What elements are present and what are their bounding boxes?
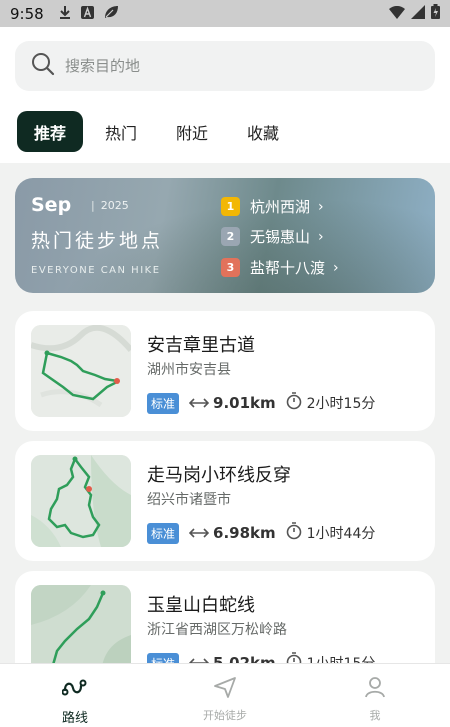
route-duration: 1小时44分 (306, 526, 376, 542)
distance-icon (188, 394, 210, 413)
signal-icon (411, 4, 425, 23)
route-map-thumbnail (31, 455, 131, 547)
banner-year: 2025 (91, 199, 129, 212)
route-card[interactable]: 走马岗小环线反穿 绍兴市诸暨市 标准 6.98km 1小时44分 (15, 441, 435, 561)
difficulty-badge: 标准 (147, 522, 180, 544)
difficulty-badge: 标准 (147, 392, 180, 414)
nav-me[interactable]: 我 (300, 664, 450, 727)
leaf-icon (103, 4, 119, 24)
tab-popular[interactable]: 热门 (88, 111, 154, 152)
route-duration: 2小时15分 (306, 396, 376, 412)
tab-recommend[interactable]: 推荐 (17, 111, 84, 152)
category-tabs: 推荐 热门 附近 收藏 (17, 111, 301, 152)
route-icon (61, 676, 88, 702)
rank-number: 1 (221, 197, 240, 216)
route-map-thumbnail (31, 325, 131, 417)
route-name: 安吉章里古道 (147, 335, 255, 356)
rank-name: 无锡惠山 (250, 228, 311, 246)
search-input[interactable] (65, 57, 395, 75)
rank-item-2[interactable]: 2 无锡惠山 › (221, 226, 324, 247)
route-location: 浙江省西湖区万松岭路 (147, 622, 287, 638)
rank-number: 2 (221, 227, 240, 246)
font-a-icon (80, 4, 94, 23)
bottom-nav: 路线 开始徒步 我 (0, 663, 450, 727)
hot-spots-banner[interactable]: Sep 2025 热门徒步地点 EVERYONE CAN HIKE 1 杭州西湖… (15, 178, 435, 293)
wifi-icon (389, 4, 405, 23)
banner-slogan: EVERYONE CAN HIKE (31, 265, 161, 276)
route-meta: 标准 6.98km 1小时44分 (147, 522, 375, 544)
chevron-right-icon: › (318, 228, 324, 245)
route-distance: 6.98km (213, 524, 276, 542)
rank-name: 盐帮十八渡 (250, 259, 326, 277)
route-name: 走马岗小环线反穿 (147, 465, 291, 486)
status-time: 9:58 (10, 4, 44, 23)
route-name: 玉皇山白蛇线 (147, 595, 255, 616)
tab-nearby[interactable]: 附近 (159, 111, 225, 152)
chevron-right-icon: › (318, 198, 324, 215)
route-card[interactable]: 安吉章里古道 湖州市安吉县 标准 9.01km 2小时15分 (15, 311, 435, 431)
chevron-right-icon: › (333, 259, 339, 276)
rank-name: 杭州西湖 (250, 198, 311, 216)
route-location: 湖州市安吉县 (147, 362, 231, 378)
nav-start-hike[interactable]: 开始徒步 (150, 664, 300, 727)
route-location: 绍兴市诸暨市 (147, 492, 231, 508)
navigate-icon (213, 676, 237, 702)
timer-icon (286, 392, 302, 414)
banner-month: Sep (31, 194, 72, 216)
rank-item-3[interactable]: 3 盐帮十八渡 › (221, 257, 339, 278)
user-icon (364, 676, 386, 702)
download-icon (58, 4, 72, 23)
tab-favorites[interactable]: 收藏 (230, 111, 296, 152)
banner-title: 热门徒步地点 (31, 230, 164, 252)
timer-icon (286, 522, 302, 544)
nav-label: 开始徒步 (203, 709, 247, 722)
route-distance: 9.01km (213, 394, 276, 412)
battery-icon (431, 4, 440, 23)
header-area: 推荐 热门 附近 收藏 (0, 27, 450, 163)
search-icon (31, 52, 55, 80)
search-bar[interactable] (15, 41, 435, 91)
rank-item-1[interactable]: 1 杭州西湖 › (221, 196, 324, 217)
nav-label: 我 (369, 709, 381, 722)
status-bar: 9:58 (0, 0, 450, 27)
route-meta: 标准 9.01km 2小时15分 (147, 392, 375, 414)
nav-label: 路线 (61, 711, 88, 726)
rank-number: 3 (221, 258, 240, 277)
distance-icon (188, 524, 210, 543)
nav-routes[interactable]: 路线 (0, 664, 150, 727)
